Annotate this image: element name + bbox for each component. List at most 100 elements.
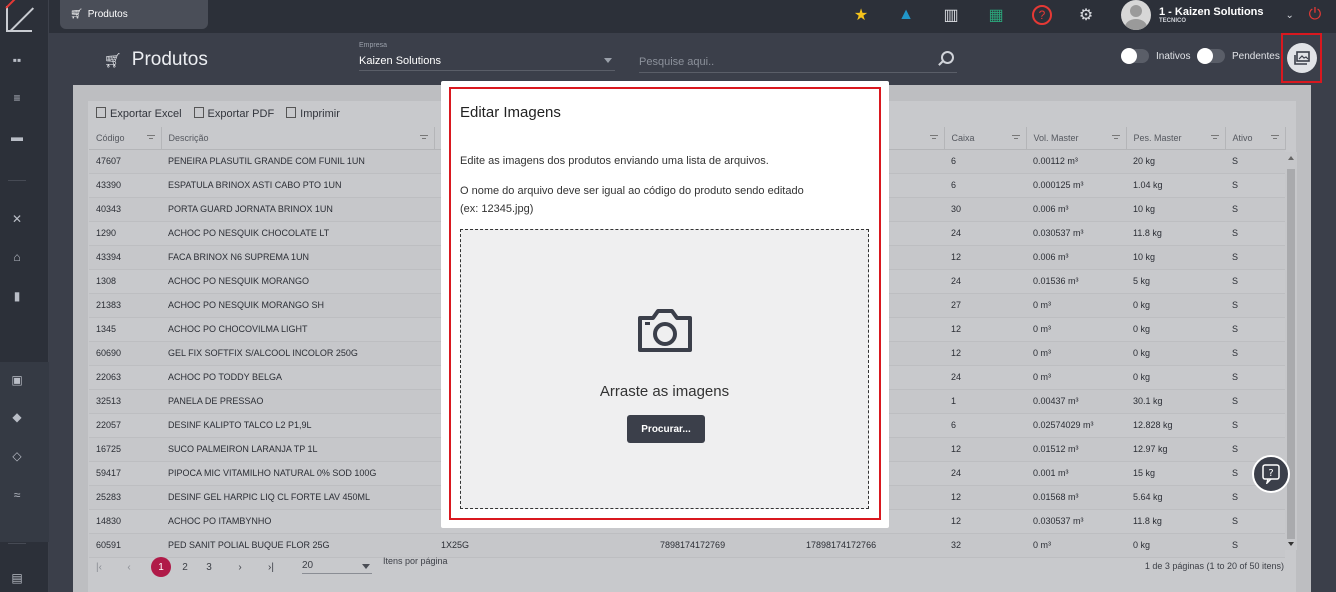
- table-cell: ESPATULA BRINOX ASTI CABO PTO 1UN: [161, 173, 434, 198]
- col-vol-master[interactable]: Vol. Master: [1026, 127, 1127, 150]
- bar-chart-icon[interactable]: ▮: [10, 289, 24, 303]
- export-pdf-button[interactable]: Exportar PDF: [193, 107, 274, 120]
- pendentes-toggle[interactable]: [1197, 48, 1225, 64]
- gear-icon[interactable]: ⚙: [1076, 5, 1096, 25]
- clipboard-icon[interactable]: ▣: [10, 373, 24, 387]
- table-cell: 0.00437 m³: [1026, 389, 1126, 414]
- table-cell: 1290: [89, 221, 161, 246]
- table-cell: 10 kg: [1126, 197, 1225, 222]
- table-cell: 14830: [89, 509, 161, 534]
- table-cell: 0.001 m³: [1026, 461, 1126, 486]
- cart-icon: 🛒︎: [70, 9, 83, 20]
- svg-text:?: ?: [1268, 468, 1273, 479]
- table-cell: 11.8 kg: [1126, 221, 1225, 246]
- page-button-1[interactable]: 1: [151, 557, 171, 577]
- pager-summary: 1 de 3 páginas (1 to 20 of 50 itens): [1144, 561, 1284, 571]
- col-caixa[interactable]: Caixa: [944, 127, 1027, 150]
- table-cell: 6: [944, 173, 1026, 198]
- filter-icon[interactable]: [1210, 135, 1219, 141]
- prev-page-button[interactable]: ‹: [119, 557, 139, 577]
- warehouse-icon[interactable]: ⌂: [10, 250, 24, 264]
- table-cell: ACHOC PO NESQUIK MORANGO: [161, 269, 434, 294]
- table-cell: 0.000125 m³: [1026, 173, 1126, 198]
- chevron-down-icon[interactable]: ⌄: [1286, 10, 1294, 21]
- browse-button[interactable]: Procurar...: [627, 415, 705, 443]
- help-icon[interactable]: ?: [1032, 5, 1052, 25]
- document-icon[interactable]: ≡: [10, 91, 24, 105]
- page-button-2[interactable]: 2: [175, 557, 195, 577]
- sliders-icon[interactable]: ≈: [10, 488, 24, 502]
- empresa-select[interactable]: Kaizen Solutions: [359, 55, 615, 71]
- star-icon[interactable]: ★: [851, 5, 871, 25]
- network-icon[interactable]: ▪▪: [10, 53, 24, 67]
- col-descricao[interactable]: Descrição: [161, 127, 435, 150]
- filter-icon[interactable]: [929, 135, 938, 141]
- filter-icon[interactable]: [1111, 135, 1120, 141]
- modal-instructions-1: Edite as imagens dos produtos enviando u…: [460, 155, 769, 167]
- boxes-icon[interactable]: ◆: [10, 410, 24, 424]
- inativos-toggle[interactable]: [1121, 48, 1149, 64]
- table-cell: 24: [944, 269, 1026, 294]
- logout-icon[interactable]: ⏻: [1305, 5, 1325, 25]
- filter-icon[interactable]: [419, 135, 428, 141]
- scrollbar-thumb[interactable]: [1287, 169, 1295, 539]
- table-cell: 0 kg: [1126, 293, 1225, 318]
- edit-images-button[interactable]: [1287, 43, 1317, 73]
- export-excel-button[interactable]: Exportar Excel: [96, 107, 182, 120]
- first-page-button[interactable]: |‹: [89, 557, 109, 577]
- scroll-up-icon[interactable]: [1288, 156, 1294, 160]
- reports-icon[interactable]: ▤: [10, 571, 24, 585]
- col-codigo[interactable]: Código: [89, 127, 162, 150]
- tag-icon[interactable]: ◇: [10, 449, 24, 463]
- next-page-button[interactable]: ›: [230, 557, 250, 577]
- table-cell: DESINF GEL HARPIC LIQ CL FORTE LAV 450ML: [161, 485, 434, 510]
- truck-icon[interactable]: ▬: [10, 130, 24, 144]
- edit-images-button-highlight: [1281, 33, 1322, 83]
- scroll-down-icon[interactable]: [1288, 542, 1294, 546]
- tab-produtos[interactable]: 🛒︎ Produtos: [60, 0, 208, 29]
- table-cell: 24: [944, 221, 1026, 246]
- table-cell: 43390: [89, 173, 161, 198]
- table-cell: S: [1225, 389, 1285, 414]
- table-cell: 0 kg: [1126, 365, 1225, 390]
- filter-icon[interactable]: [1011, 135, 1020, 141]
- empresa-label: Empresa: [359, 42, 388, 49]
- user-menu[interactable]: 1 - Kaizen Solutions TECNICO ⌄: [1121, 0, 1294, 30]
- table-cell: 30: [944, 197, 1026, 222]
- help-chat-button[interactable]: ?: [1252, 455, 1290, 493]
- table-cell: 0.030537 m³: [1026, 509, 1126, 534]
- graduation-icon[interactable]: ▲: [896, 5, 916, 25]
- table-cell: S: [1225, 269, 1285, 294]
- table-cell: 1308: [89, 269, 161, 294]
- page-button-3[interactable]: 3: [199, 557, 219, 577]
- dropdown-arrow-icon[interactable]: [604, 58, 612, 63]
- sidebar-active-group: [0, 362, 49, 542]
- table-cell: 0.00112 m³: [1026, 149, 1126, 174]
- search-icon[interactable]: [941, 51, 954, 64]
- col-pes-master[interactable]: Pes. Master: [1126, 127, 1226, 150]
- table-cell: 47607: [89, 149, 161, 174]
- table-cell: 59417: [89, 461, 161, 486]
- table-cell: 6: [944, 413, 1026, 438]
- image-dropzone[interactable]: Arraste as imagens Procurar...: [460, 229, 869, 509]
- table-cell: 1.04 kg: [1126, 173, 1225, 198]
- table-cell: S: [1225, 341, 1285, 366]
- filter-icon[interactable]: [146, 135, 155, 141]
- table-cell: 30.1 kg: [1126, 389, 1225, 414]
- table-cell: 21383: [89, 293, 161, 318]
- map-icon[interactable]: ▥: [941, 5, 961, 25]
- app-logo[interactable]: [5, 0, 32, 32]
- vertical-scrollbar[interactable]: [1285, 152, 1297, 550]
- table-cell: 15 kg: [1126, 461, 1225, 486]
- chevron-down-icon[interactable]: [362, 564, 370, 569]
- search-input[interactable]: Pesquise aqui..: [639, 53, 957, 73]
- tools-icon[interactable]: ✕: [10, 212, 24, 226]
- last-page-button[interactable]: ›|: [261, 557, 281, 577]
- table-cell: 12: [944, 317, 1026, 342]
- table-cell: S: [1225, 221, 1285, 246]
- print-button[interactable]: Imprimir: [286, 107, 340, 120]
- chart-icon[interactable]: ▦: [986, 5, 1006, 25]
- col-vol-master-label: Vol. Master: [1033, 132, 1079, 143]
- filter-icon[interactable]: [1270, 135, 1279, 141]
- col-ativo[interactable]: Ativo: [1225, 127, 1286, 150]
